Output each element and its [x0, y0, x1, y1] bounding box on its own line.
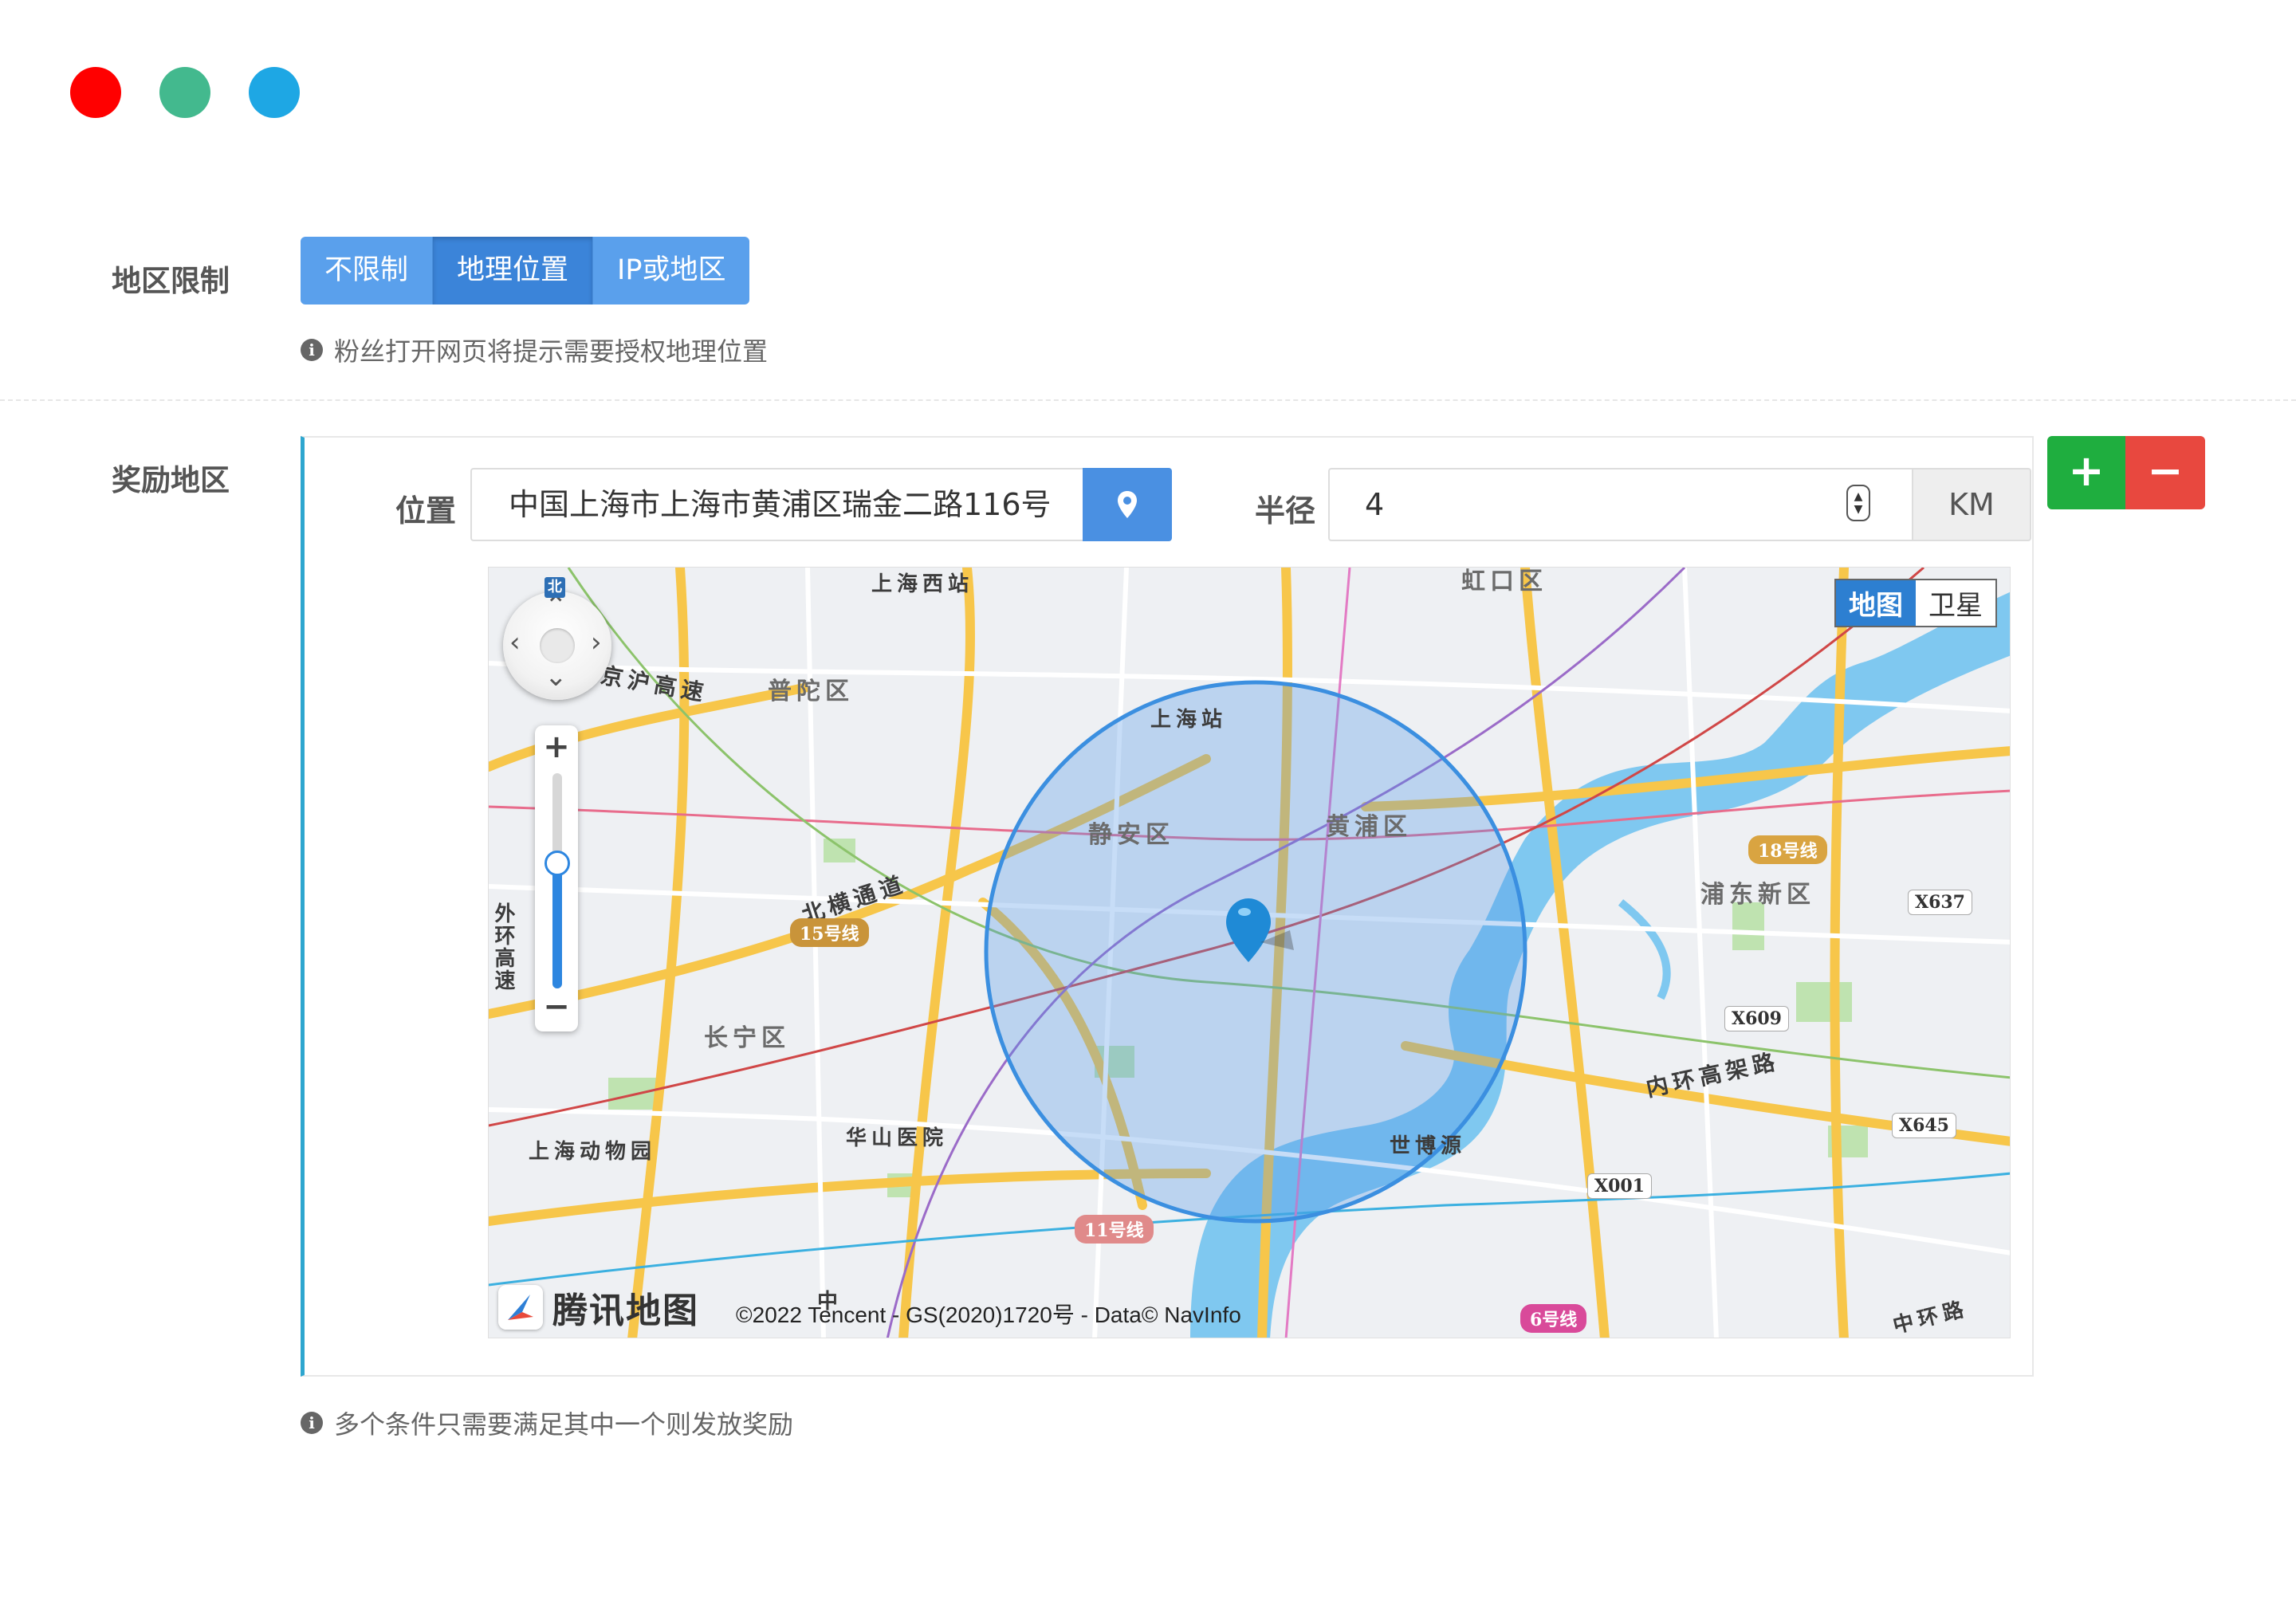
map-type-standard[interactable]: 地图	[1836, 580, 1916, 626]
close-window-dot[interactable]	[70, 67, 121, 118]
zoom-in-button[interactable]: +	[535, 729, 578, 765]
district-label-pudong: 浦东新区	[1700, 881, 1815, 909]
district-label-putuo: 普陀区	[768, 678, 854, 705]
zoom-slider-thumb[interactable]	[545, 851, 570, 877]
option-ip-region[interactable]: IP或地区	[593, 237, 750, 305]
metro-badge-line-11: 11号线	[1075, 1215, 1154, 1244]
info-icon: i	[301, 339, 323, 361]
map-logo: 腾讯地图	[498, 1282, 699, 1333]
map-type-satellite[interactable]: 卫星	[1916, 580, 1995, 626]
place-label-huashan-hospital: 华山医院	[846, 1126, 949, 1150]
radius-unit: KM	[1913, 468, 2031, 541]
info-icon: i	[301, 1412, 323, 1434]
metro-badge-line-15: 15号线	[790, 918, 869, 947]
radius-stepper[interactable]: ▲ ▼	[1846, 485, 1870, 521]
district-label-hongkou: 虹口区	[1461, 568, 1547, 595]
pan-right-icon[interactable]: ›	[591, 627, 602, 658]
map-pin-icon	[1118, 491, 1137, 518]
region-limit-label: 地区限制	[112, 264, 230, 298]
pan-down-icon[interactable]: ⌃	[545, 658, 568, 690]
pan-left-icon[interactable]: ‹	[509, 627, 521, 658]
chevron-down-icon[interactable]: ▼	[1854, 503, 1863, 516]
option-no-limit[interactable]: 不限制	[301, 237, 434, 305]
maximize-window-dot[interactable]	[249, 67, 300, 118]
reward-region-label: 奖励地区	[112, 463, 230, 497]
map-view[interactable]: 静安区 黄浦区 普陀区 长宁区 浦东新区 虹口区 上海西站 上海站 上海动物园 …	[488, 567, 2011, 1338]
road-label-outer-ring: 外环高速	[491, 902, 515, 992]
remove-region-button[interactable]: −	[2125, 436, 2205, 509]
locate-button[interactable]	[1083, 468, 1172, 541]
radius-label: 半径	[1255, 493, 1316, 528]
map-base-layer	[489, 568, 2010, 1338]
location-input[interactable]: 中国上海市上海市黄浦区瑞金二路116号	[470, 468, 1083, 541]
reward-region-hint: i 多个条件只需要满足其中一个则发放奖励	[301, 1405, 793, 1441]
map-type-toggle: 地图 卫星	[1834, 579, 1997, 627]
pan-control[interactable]: ⌃ ⌃ ‹ ›	[503, 590, 611, 700]
zoom-out-button[interactable]: −	[535, 988, 578, 1025]
district-label-changning: 长宁区	[704, 1024, 790, 1052]
radius-input[interactable]: 4	[1328, 468, 1913, 541]
region-limit-hint: i 粉丝打开网页将提示需要授权地理位置	[301, 332, 768, 368]
reward-region-hint-text: 多个条件只需要满足其中一个则发放奖励	[334, 1409, 794, 1440]
option-geo-location[interactable]: 地理位置	[433, 237, 594, 305]
map-copyright: ©2022 Tencent - GS(2020)1720号 - Data© Na…	[736, 1302, 1241, 1327]
region-limit-hint-text: 粉丝打开网页将提示需要授权地理位置	[334, 336, 769, 367]
chevron-up-icon[interactable]: ▲	[1854, 490, 1863, 503]
place-label-shanghai-station: 上海站	[1150, 708, 1228, 732]
map-logo-text: 腾讯地图	[552, 1291, 699, 1331]
road-code-x609: X609	[1724, 1006, 1789, 1031]
road-code-x001: X001	[1587, 1173, 1652, 1199]
place-label-expo-center: 世博源	[1390, 1134, 1467, 1158]
district-label-huangpu: 黄浦区	[1326, 813, 1412, 841]
north-indicator-icon: 北	[545, 577, 565, 598]
add-region-button[interactable]: +	[2047, 436, 2125, 509]
place-label-shanghai-zoo: 上海动物园	[529, 1140, 657, 1164]
district-label-jingan: 静安区	[1088, 821, 1174, 849]
road-code-x637: X637	[1908, 890, 1972, 915]
region-limit-toggle: 不限制 地理位置 IP或地区	[301, 237, 750, 305]
zoom-level-fill	[552, 863, 562, 988]
section-divider	[0, 399, 2296, 401]
metro-badge-line-6: 6号线	[1520, 1304, 1587, 1333]
metro-badge-line-18: 18号线	[1748, 835, 1827, 864]
location-label: 位置	[395, 493, 457, 528]
zoom-control: + −	[535, 725, 578, 1031]
road-code-x645: X645	[1892, 1113, 1956, 1138]
minimize-window-dot[interactable]	[159, 67, 210, 118]
place-label-shanghai-west-station: 上海西站	[871, 572, 974, 596]
compass-logo-icon	[498, 1285, 543, 1330]
